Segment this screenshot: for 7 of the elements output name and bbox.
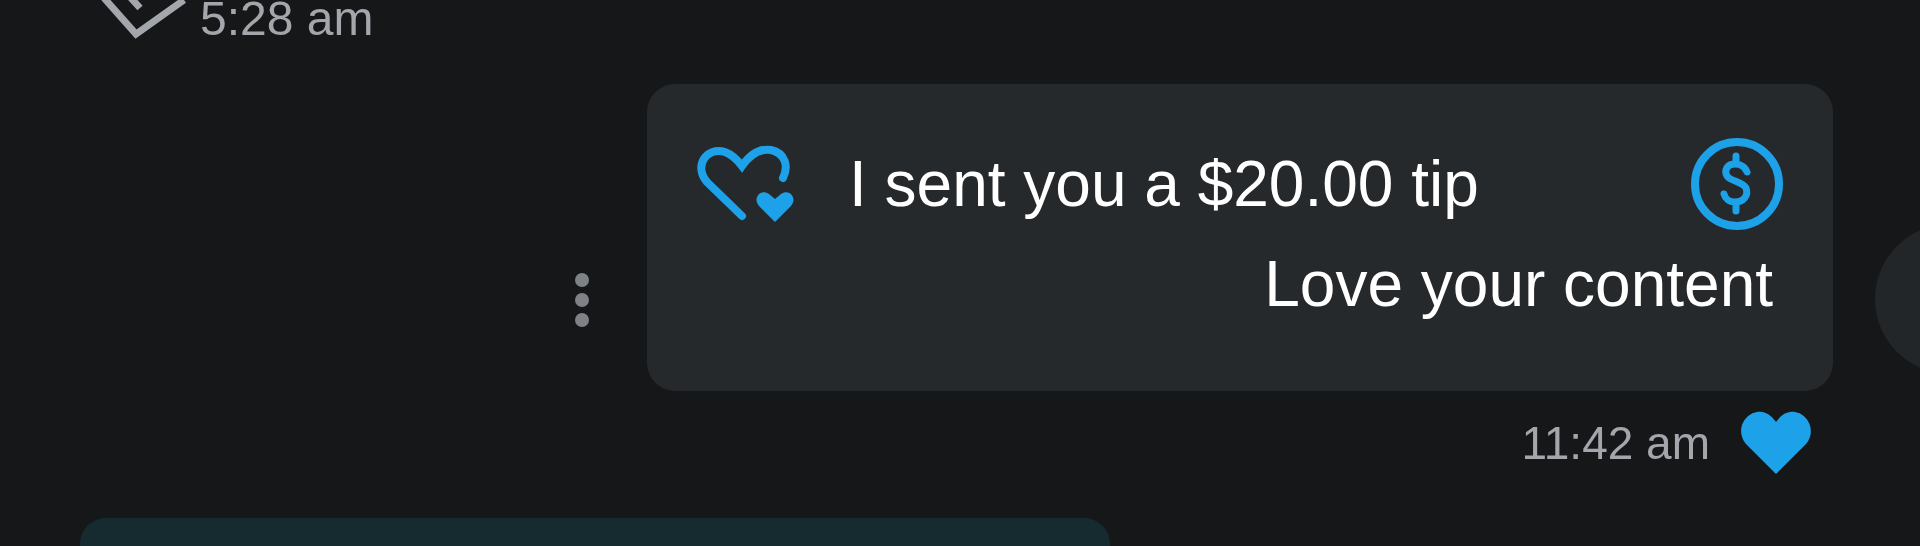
dollar-coin-icon	[1689, 136, 1785, 232]
message-text: Love your content	[1264, 247, 1773, 322]
message-time: 11:42 am	[1521, 418, 1710, 468]
heart-icon[interactable]	[1740, 410, 1812, 476]
tip-message-title: I sent you a $20.00 tip	[849, 147, 1479, 222]
message-time: 5:28 am	[200, 0, 374, 44]
more-options-icon[interactable]	[573, 272, 591, 328]
